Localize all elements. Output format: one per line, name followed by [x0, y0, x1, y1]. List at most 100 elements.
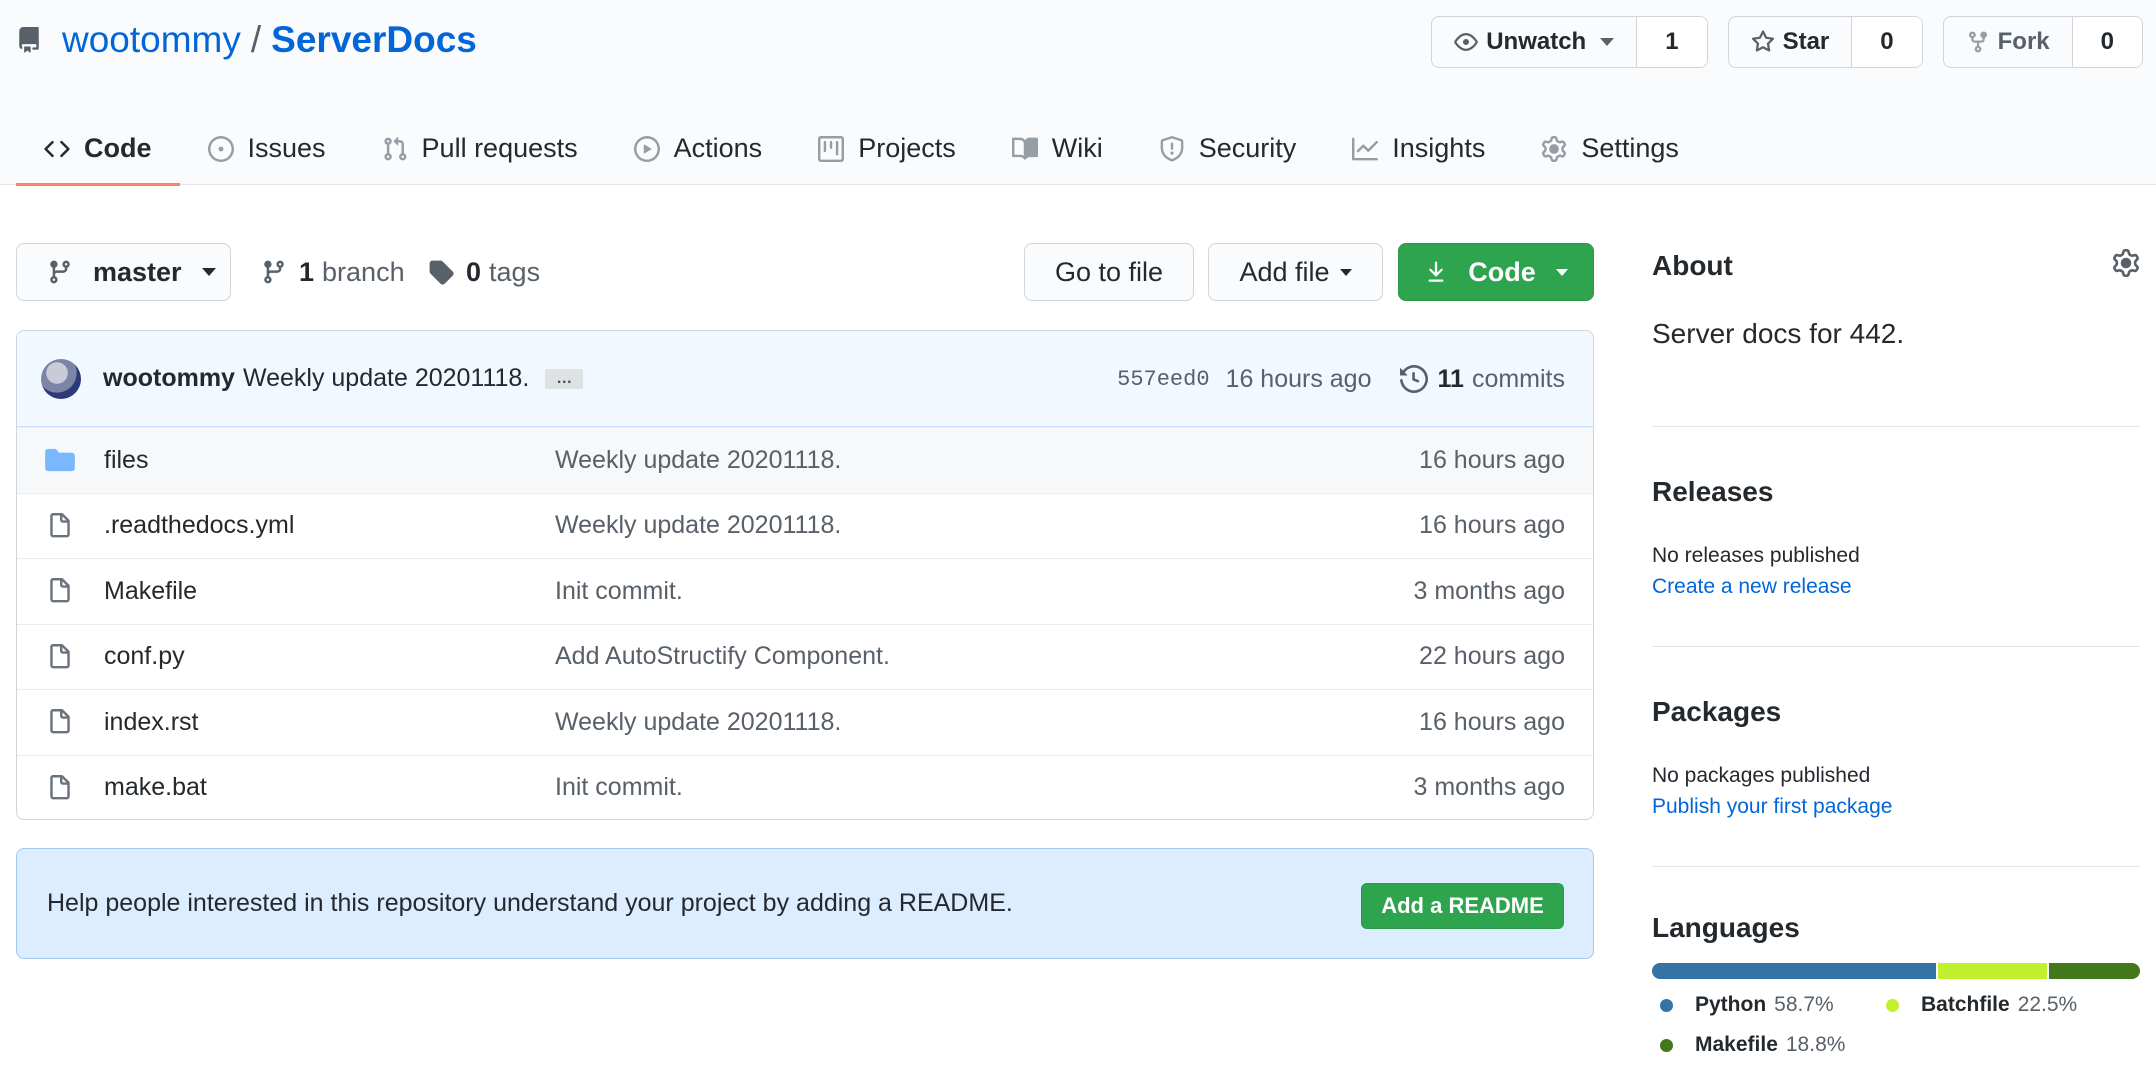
- tab-security[interactable]: Security: [1131, 112, 1325, 185]
- file-icon: [45, 511, 75, 541]
- tab-label: Wiki: [1051, 133, 1103, 163]
- packages-heading[interactable]: Packages: [1652, 696, 1781, 728]
- tab-settings[interactable]: Settings: [1513, 112, 1707, 185]
- tags-link[interactable]: 0 tags: [428, 243, 540, 301]
- file-commit-message[interactable]: Init commit.: [555, 773, 683, 802]
- file-commit-message[interactable]: Weekly update 20201118.: [555, 511, 841, 540]
- file-name-link[interactable]: files: [104, 446, 148, 475]
- tag-count-label: tags: [489, 256, 541, 287]
- packages-section: Packages No packages published Publish y…: [1652, 647, 2140, 867]
- watch-count[interactable]: 1: [1636, 17, 1707, 67]
- file-commit-message[interactable]: Init commit.: [555, 577, 683, 606]
- go-to-file-button[interactable]: Go to file: [1024, 243, 1194, 301]
- create-release-link[interactable]: Create a new release: [1652, 575, 1852, 599]
- tab-code[interactable]: Code: [16, 112, 180, 186]
- star-button-group: Star 0: [1727, 16, 1923, 68]
- avatar[interactable]: [41, 358, 81, 399]
- gear-icon[interactable]: [2112, 249, 2140, 277]
- file-icon: [45, 642, 75, 672]
- chevron-down-icon: [201, 268, 216, 276]
- file-commit-message[interactable]: Weekly update 20201118.: [555, 708, 841, 737]
- watch-button[interactable]: Unwatch: [1432, 17, 1636, 67]
- languages-heading: Languages: [1652, 912, 1800, 943]
- repo-description: Server docs for 442.: [1652, 318, 1905, 349]
- publish-package-link[interactable]: Publish your first package: [1652, 795, 1892, 819]
- language-bar-segment-python[interactable]: [1652, 963, 1937, 979]
- file-row[interactable]: .readthedocs.yml Weekly update 20201118.…: [17, 492, 1593, 559]
- fork-button-group: Fork 0: [1942, 16, 2143, 68]
- file-row[interactable]: make.bat Init commit. 3 months ago: [17, 754, 1593, 820]
- tab-label: Issues: [247, 133, 326, 163]
- commit-sha-link[interactable]: 557eed0: [1117, 367, 1209, 392]
- download-icon: [1428, 261, 1444, 282]
- add-file-button[interactable]: Add file: [1208, 243, 1383, 301]
- file-name-link[interactable]: index.rst: [104, 708, 198, 737]
- commit-count: 11: [1437, 364, 1464, 393]
- commit-message-link[interactable]: Weekly update 20201118.: [243, 364, 529, 393]
- add-readme-button[interactable]: Add a README: [1361, 883, 1564, 929]
- star-label: Star: [1782, 28, 1830, 55]
- file-name-link[interactable]: Makefile: [104, 577, 197, 606]
- watch-label: Unwatch: [1486, 28, 1587, 55]
- file-age: 16 hours ago: [1419, 707, 1565, 736]
- issue-icon: [207, 135, 234, 162]
- tab-label: Pull requests: [421, 133, 578, 163]
- commits-link[interactable]: 11 commits: [1399, 364, 1565, 394]
- language-bar-segment-batchfile[interactable]: [1938, 963, 2048, 979]
- book-icon: [1011, 137, 1038, 160]
- star-count[interactable]: 0: [1851, 17, 1922, 67]
- file-navigation: master 1 branch 0 tags Go to file Add fi…: [16, 243, 1594, 301]
- fork-button[interactable]: Fork: [1944, 17, 2072, 67]
- commit-author-link[interactable]: wootommy: [103, 364, 235, 393]
- file-name-link[interactable]: .readthedocs.yml: [104, 511, 294, 540]
- language-bar-segment-makefile[interactable]: [2049, 963, 2140, 979]
- star-button[interactable]: Star: [1729, 17, 1852, 67]
- repo-icon: [19, 27, 39, 53]
- language-item-batchfile[interactable]: Batchfile 22.5%: [1886, 993, 2077, 1017]
- repo-title: wootommy / ServerDocs: [16, 18, 477, 62]
- chevron-down-icon: [1600, 38, 1615, 46]
- tab-issues[interactable]: Issues: [180, 112, 354, 185]
- repo-name-link[interactable]: ServerDocs: [271, 19, 477, 61]
- language-name: Makefile: [1695, 1033, 1778, 1056]
- tab-projects[interactable]: Projects: [790, 112, 984, 185]
- code-download-button[interactable]: Code: [1398, 243, 1594, 301]
- file-commit-message[interactable]: Weekly update 20201118.: [555, 446, 841, 475]
- branches-link[interactable]: 1 branch: [261, 243, 405, 301]
- commit-expand-button[interactable]: …: [545, 368, 584, 389]
- file-age: 16 hours ago: [1419, 511, 1565, 540]
- branch-name: master: [93, 256, 182, 287]
- latest-commit-bar: wootommy Weekly update 20201118. … 557ee…: [17, 331, 1593, 427]
- file-age: 3 months ago: [1413, 773, 1566, 802]
- repo-tabs: Code Issues Pull requests Actions Projec…: [16, 112, 1707, 186]
- tab-pull-requests[interactable]: Pull requests: [354, 112, 606, 185]
- repo-owner-link[interactable]: wootommy: [62, 19, 241, 61]
- tag-count: 0: [466, 256, 482, 287]
- tab-wiki[interactable]: Wiki: [984, 112, 1131, 185]
- tab-actions[interactable]: Actions: [606, 112, 791, 185]
- language-percent: 22.5%: [2017, 993, 2078, 1016]
- file-name-link[interactable]: conf.py: [104, 642, 185, 671]
- play-icon: [633, 135, 660, 162]
- file-row[interactable]: index.rst Weekly update 20201118. 16 hou…: [17, 689, 1593, 755]
- packages-empty-text: No packages published: [1652, 764, 1871, 787]
- commit-count-label: commits: [1471, 364, 1565, 393]
- file-row[interactable]: Makefile Init commit. 3 months ago: [17, 558, 1593, 624]
- branch-select-button[interactable]: master: [16, 243, 231, 301]
- releases-heading[interactable]: Releases: [1652, 476, 1773, 508]
- tab-label: Projects: [858, 133, 956, 163]
- repo-actions: Unwatch 1 Star 0 Fork 0: [1431, 16, 2143, 68]
- file-commit-message[interactable]: Add AutoStructify Component.: [555, 642, 890, 671]
- language-item-makefile[interactable]: Makefile 18.8%: [1660, 1033, 1845, 1057]
- tab-insights[interactable]: Insights: [1324, 112, 1513, 185]
- file-row[interactable]: files Weekly update 20201118. 16 hours a…: [17, 427, 1593, 493]
- fork-count[interactable]: 0: [2071, 17, 2142, 67]
- language-bar: [1652, 963, 2140, 979]
- history-icon: [1399, 365, 1428, 393]
- code-label: Code: [1468, 256, 1536, 287]
- repo-separator: /: [250, 19, 262, 60]
- language-item-python[interactable]: Python 58.7%: [1660, 993, 1834, 1017]
- file-name-link[interactable]: make.bat: [104, 773, 207, 802]
- repo-sidebar: About Server docs for 442. Releases No r…: [1652, 240, 2140, 1067]
- file-row[interactable]: conf.py Add AutoStructify Component. 22 …: [17, 623, 1593, 690]
